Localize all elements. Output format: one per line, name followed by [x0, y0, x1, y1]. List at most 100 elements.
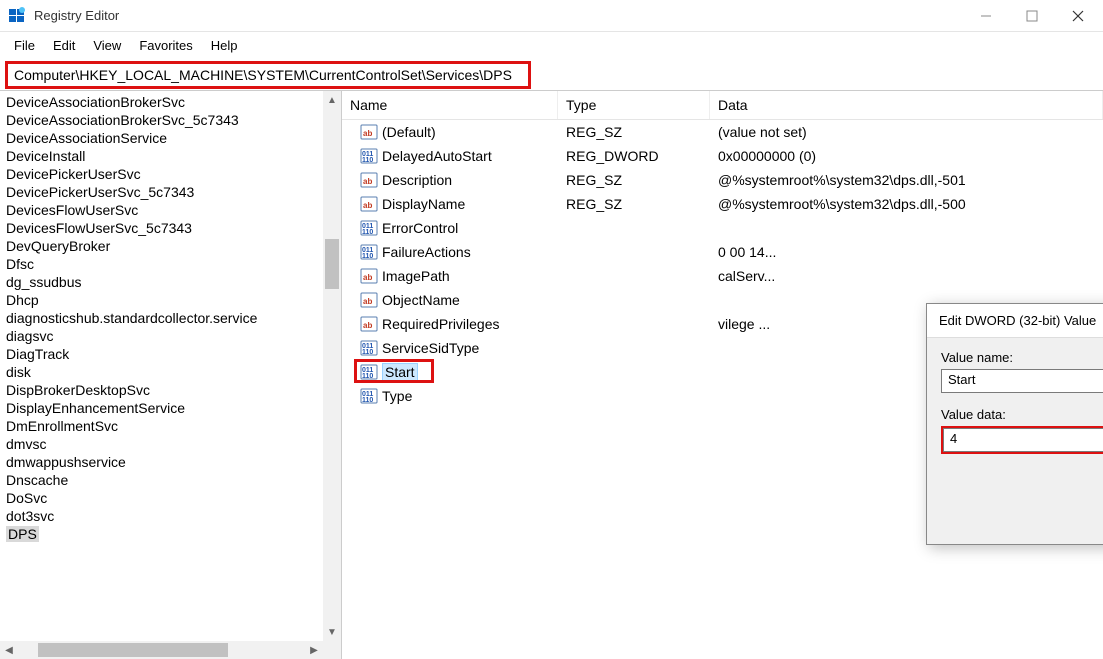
- svg-text:ab: ab: [363, 177, 372, 186]
- svg-text:ab: ab: [363, 297, 372, 306]
- tree-item[interactable]: Dfsc: [6, 255, 341, 273]
- value-row[interactable]: ab(Default)REG_SZ(value not set): [342, 120, 1103, 144]
- app-icon: [8, 7, 26, 25]
- window-title: Registry Editor: [34, 8, 119, 23]
- string-value-icon: ab: [360, 268, 378, 284]
- value-name: DelayedAutoStart: [382, 148, 492, 164]
- tree-item[interactable]: dmwappushservice: [6, 453, 341, 471]
- binary-value-icon: 011110: [360, 388, 378, 404]
- tree-item[interactable]: diagsvc: [6, 327, 341, 345]
- value-row[interactable]: 011110FailureActions 0 00 14...: [342, 240, 1103, 264]
- tree-item[interactable]: DeviceAssociationBrokerSvc_5c7343: [6, 111, 341, 129]
- scroll-thumb-horizontal[interactable]: [38, 643, 228, 657]
- tree-item[interactable]: DevQueryBroker: [6, 237, 341, 255]
- value-row[interactable]: abImagePathcalServ...: [342, 264, 1103, 288]
- value-name: Description: [382, 172, 452, 188]
- tree-scrollbar-vertical[interactable]: ▲ ▼: [323, 91, 341, 641]
- tree-item[interactable]: DispBrokerDesktopSvc: [6, 381, 341, 399]
- menu-file[interactable]: File: [6, 36, 43, 55]
- tree-item[interactable]: DiagTrack: [6, 345, 341, 363]
- tree-item[interactable]: DisplayEnhancementService: [6, 399, 341, 417]
- value-row[interactable]: 011110DelayedAutoStart REG_DWORD0x0000000…: [342, 144, 1103, 168]
- tree-item[interactable]: DoSvc: [6, 489, 341, 507]
- value-data-field[interactable]: 4: [943, 428, 1103, 452]
- address-path[interactable]: Computer\HKEY_LOCAL_MACHINE\SYSTEM\Curre…: [5, 61, 531, 89]
- svg-text:110: 110: [362, 397, 373, 404]
- value-row[interactable]: 011110ErrorControl: [342, 216, 1103, 240]
- menu-help[interactable]: Help: [203, 36, 246, 55]
- column-name[interactable]: Name: [342, 91, 558, 119]
- value-type: REG_DWORD: [558, 148, 710, 164]
- value-type: REG_SZ: [558, 124, 710, 140]
- value-row[interactable]: ab Description REG_SZ@%systemroot%\system3…: [342, 168, 1103, 192]
- value-name: Start: [382, 363, 418, 381]
- binary-value-icon: 011110: [360, 148, 378, 164]
- value-name-label: Value name:: [941, 350, 1103, 365]
- tree-scrollbar-horizontal[interactable]: ◀ ▶: [0, 641, 323, 659]
- tree-item[interactable]: dot3svc: [6, 507, 341, 525]
- content-area: DeviceAssociationBrokerSvcDeviceAssociat…: [0, 90, 1103, 659]
- scroll-up-icon[interactable]: ▲: [323, 91, 341, 109]
- svg-text:ab: ab: [363, 129, 372, 138]
- binary-value-icon: 011110: [360, 340, 378, 356]
- tree-item[interactable]: DevicePickerUserSvc: [6, 165, 341, 183]
- string-value-icon: ab: [360, 172, 378, 188]
- tree-item[interactable]: DmEnrollmentSvc: [6, 417, 341, 435]
- column-type[interactable]: Type: [558, 91, 710, 119]
- menu-edit[interactable]: Edit: [45, 36, 83, 55]
- value-type: REG_SZ: [558, 172, 710, 188]
- svg-text:ab: ab: [363, 321, 372, 330]
- value-data: calServ...: [710, 268, 1103, 284]
- value-name: (Default): [382, 124, 436, 140]
- value-data: 0x00000000 (0): [710, 148, 1103, 164]
- scroll-left-icon[interactable]: ◀: [0, 641, 18, 659]
- tree-item[interactable]: dmvsc: [6, 435, 341, 453]
- value-name: FailureActions: [382, 244, 471, 260]
- svg-text:110: 110: [362, 373, 373, 380]
- tree-item[interactable]: Dhcp: [6, 291, 341, 309]
- svg-text:110: 110: [362, 229, 373, 236]
- tree-item[interactable]: dg_ssudbus: [6, 273, 341, 291]
- scroll-down-icon[interactable]: ▼: [323, 623, 341, 641]
- value-data: @%systemroot%\system32\dps.dll,-501: [710, 172, 1103, 188]
- tree-item[interactable]: diagnosticshub.standardcollector.service: [6, 309, 341, 327]
- scroll-corner: [323, 641, 341, 659]
- title-bar: Registry Editor: [0, 0, 1103, 32]
- values-header: Name Type Data: [342, 91, 1103, 120]
- column-data[interactable]: Data: [710, 91, 1103, 119]
- value-row[interactable]: abDisplayNameREG_SZ@%systemroot%\system3…: [342, 192, 1103, 216]
- values-pane: Name Type Data ab(Default)REG_SZ(value n…: [342, 91, 1103, 659]
- string-value-icon: ab: [360, 316, 378, 332]
- tree-item[interactable]: Dnscache: [6, 471, 341, 489]
- binary-value-icon: 011110: [360, 244, 378, 260]
- tree-item[interactable]: DevicesFlowUserSvc_5c7343: [6, 219, 341, 237]
- minimize-button[interactable]: [963, 0, 1009, 31]
- tree-item[interactable]: DevicePickerUserSvc_5c7343: [6, 183, 341, 201]
- svg-text:110: 110: [362, 349, 373, 356]
- tree-item[interactable]: disk: [6, 363, 341, 381]
- svg-text:110: 110: [362, 253, 373, 260]
- value-type: REG_SZ: [558, 196, 710, 212]
- close-button[interactable]: [1055, 0, 1101, 31]
- tree-item[interactable]: DeviceAssociationService: [6, 129, 341, 147]
- value-data-label: Value data:: [941, 407, 1103, 422]
- value-name: Type: [382, 388, 412, 404]
- registry-tree[interactable]: DeviceAssociationBrokerSvcDeviceAssociat…: [0, 91, 341, 659]
- scroll-right-icon[interactable]: ▶: [305, 641, 323, 659]
- value-name: RequiredPrivileges: [382, 316, 500, 332]
- maximize-button[interactable]: [1009, 0, 1055, 31]
- value-name-field[interactable]: Start: [941, 369, 1103, 393]
- value-name: ServiceSidType: [382, 340, 479, 356]
- string-value-icon: ab: [360, 196, 378, 212]
- tree-item[interactable]: DevicesFlowUserSvc: [6, 201, 341, 219]
- scroll-thumb-vertical[interactable]: [325, 239, 339, 289]
- value-name: DisplayName: [382, 196, 465, 212]
- value-data: 0 00 14...: [710, 244, 1103, 260]
- menu-view[interactable]: View: [85, 36, 129, 55]
- tree-item[interactable]: DeviceAssociationBrokerSvc: [6, 93, 341, 111]
- value-name: ErrorControl: [382, 220, 458, 236]
- tree-item[interactable]: DPS: [6, 525, 341, 543]
- menu-favorites[interactable]: Favorites: [131, 36, 200, 55]
- svg-text:ab: ab: [363, 273, 372, 282]
- tree-item[interactable]: DeviceInstall: [6, 147, 341, 165]
